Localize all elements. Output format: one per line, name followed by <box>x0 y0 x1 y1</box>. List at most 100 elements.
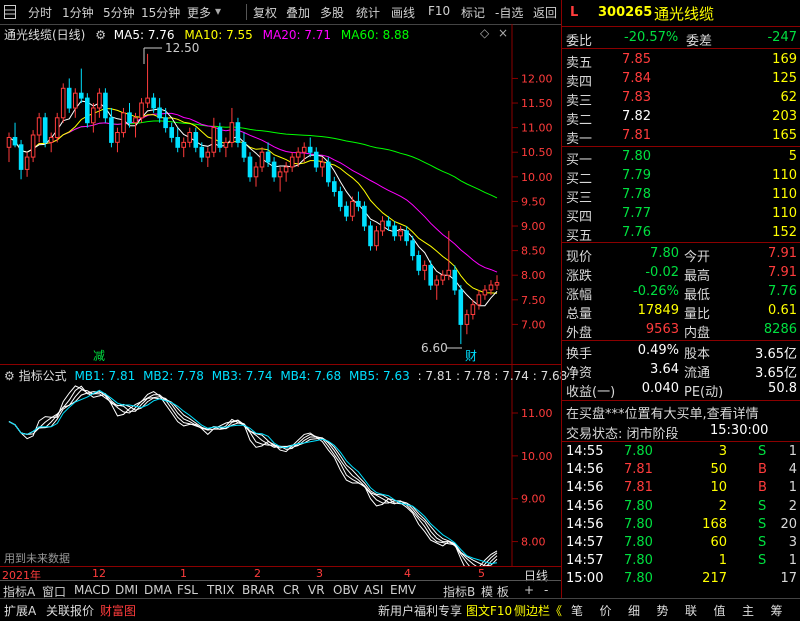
mark-button[interactable]: 标记 <box>461 4 485 21</box>
price-tick-label: 9.50 <box>521 195 546 208</box>
big-order-text[interactable]: 在买盘***位置有大买单,查看详情 <box>566 403 759 422</box>
divider <box>246 4 247 20</box>
candle <box>271 157 277 182</box>
tab-vr[interactable]: VR <box>308 583 325 597</box>
candle-body <box>265 151 271 163</box>
tick-volume: 1 <box>718 553 727 569</box>
f10-graphic-button[interactable]: 图文F10 <box>466 602 512 619</box>
candle <box>434 275 439 300</box>
period-tab-15min[interactable]: 15分钟 <box>141 4 180 21</box>
overlay-button[interactable]: 叠加 <box>286 4 310 21</box>
tick-row: 15:00 7.80 217 17 <box>562 569 800 589</box>
quote-tab[interactable]: 联 <box>685 602 697 619</box>
tick-time: 14:57 <box>566 553 604 569</box>
mb-line <box>8 389 498 567</box>
zoom-in-button[interactable]: + <box>524 583 534 597</box>
draw-line-button[interactable]: 画线 <box>391 4 415 21</box>
tab-dma[interactable]: DMA <box>144 583 172 597</box>
quote-tab[interactable]: 主 <box>742 602 754 619</box>
tab-brar[interactable]: BRAR <box>242 583 275 597</box>
candle-body <box>344 205 349 217</box>
multi-stock-button[interactable]: 多股 <box>320 4 344 21</box>
period-tab-more[interactable]: 更多 <box>187 4 211 21</box>
tab-dmi[interactable]: DMI <box>115 583 138 597</box>
mb-line <box>8 385 498 567</box>
tick-row: 14:57 7.80 1 S 1 <box>562 551 800 571</box>
candle-body <box>428 264 433 286</box>
new-user-welfare-link[interactable]: 新用户福利专享 <box>378 602 462 619</box>
kline-chart[interactable]: 12.00 11.50 11.00 10.50 10.00 9.50 9.00 8.50 8.0… <box>0 24 561 364</box>
price-tick-label: 7.00 <box>521 318 546 331</box>
indicator-panel[interactable]: 11.00 10.00 9.00 8.00 ⚙ 指标公式 MB1: 7.81 MB2:… <box>0 364 575 567</box>
tab-emv[interactable]: EMV <box>390 583 416 597</box>
diamond-icon[interactable]: ◇ <box>480 26 489 40</box>
quote-tab[interactable]: 值 <box>714 602 726 619</box>
tab-cr[interactable]: CR <box>283 583 300 597</box>
indicator-chart[interactable]: 11.00 10.00 9.00 8.00 <box>0 365 561 567</box>
ma20-path <box>8 112 498 273</box>
add-watchlist-button[interactable]: -自选 <box>495 4 523 21</box>
candle-body <box>247 156 253 178</box>
candle <box>356 191 361 212</box>
mb2-label: MB2: 7.78 <box>143 369 204 383</box>
candle-body <box>235 122 241 143</box>
date-label-1: 1 <box>180 567 187 580</box>
quote-tab[interactable]: 筹 <box>771 602 783 619</box>
tab-macd[interactable]: MACD <box>74 583 110 597</box>
grid-icon[interactable] <box>4 5 16 19</box>
period-tab-5min[interactable]: 5分钟 <box>103 4 135 21</box>
quote-tab[interactable]: 势 <box>657 602 669 619</box>
candle-body <box>320 161 325 168</box>
more-dropdown-icon[interactable]: ▾ <box>215 4 221 18</box>
ma5-line <box>8 100 498 307</box>
candle <box>368 221 373 251</box>
tab-wealth-chart[interactable]: 财富图 <box>100 602 136 619</box>
date-label-3: 3 <box>316 567 323 580</box>
fuquan-button[interactable]: 复权 <box>253 4 277 21</box>
period-tab-fenshi[interactable]: 分时 <box>28 4 52 21</box>
kline-panel[interactable]: 12.00 11.50 11.00 10.50 10.00 9.50 9.00 8.50 8.0… <box>0 24 561 364</box>
sidebar-button[interactable]: 侧边栏《 <box>514 602 562 619</box>
candle-body <box>66 87 72 109</box>
bid-volume: 110 <box>772 168 797 183</box>
ask-price: 7.81 <box>622 128 651 143</box>
candle-body <box>446 269 452 276</box>
indicator-axis: 11.00 10.00 9.00 8.00 <box>512 407 553 549</box>
quote-tab[interactable]: 价 <box>600 602 612 619</box>
indicator-menu-icon[interactable]: ⚙ <box>4 369 15 383</box>
stats-button[interactable]: 统计 <box>356 4 380 21</box>
tab-related-quote[interactable]: 关联报价 <box>46 602 94 619</box>
quote-tab[interactable]: 笔 <box>571 602 583 619</box>
date-label-4: 4 <box>404 567 411 580</box>
back-button[interactable]: 返回 <box>533 4 557 21</box>
candle-body <box>476 294 482 306</box>
ma10-label: MA10: 7.55 <box>184 28 253 42</box>
period-tab-1min[interactable]: 1分钟 <box>62 4 94 21</box>
jian-marker[interactable]: 减 <box>93 349 105 363</box>
tab-obv[interactable]: OBV <box>333 583 359 597</box>
close-icon[interactable]: × <box>498 26 508 40</box>
big-order-notice[interactable]: 在买盘***位置有大买单,查看详情 <box>562 401 800 422</box>
kline-legend: 通光线缆(日线) ⚙ MA5: 7.76 MA10: 7.55 MA20: 7.… <box>4 26 409 43</box>
weicha-value: -247 <box>767 30 797 45</box>
tab-fsl[interactable]: FSL <box>177 583 198 597</box>
candle <box>85 93 90 128</box>
indicator-tick-label: 9.00 <box>521 493 546 506</box>
cai-marker[interactable]: 财 <box>465 349 477 363</box>
tick-count: 1 <box>788 480 797 496</box>
candle-body <box>464 314 470 325</box>
f10-button[interactable]: F10 <box>428 4 450 18</box>
tick-price: 7.80 <box>624 498 653 514</box>
tab-expand-a[interactable]: 扩展A <box>4 602 36 619</box>
tick-price: 7.81 <box>624 462 653 478</box>
quote-tab[interactable]: 细 <box>628 602 640 619</box>
candle <box>301 142 307 163</box>
zoom-out-button[interactable]: - <box>544 583 548 597</box>
candle-body <box>362 205 367 227</box>
candle-body <box>169 127 174 138</box>
indicator-title[interactable]: 指标公式 <box>19 369 67 383</box>
tab-asi[interactable]: ASI <box>364 583 383 597</box>
fundamental-value: 50.8 <box>768 381 797 396</box>
tab-trix[interactable]: TRIX <box>207 583 234 597</box>
settings-dropdown-icon[interactable]: ⚙ <box>95 28 106 42</box>
